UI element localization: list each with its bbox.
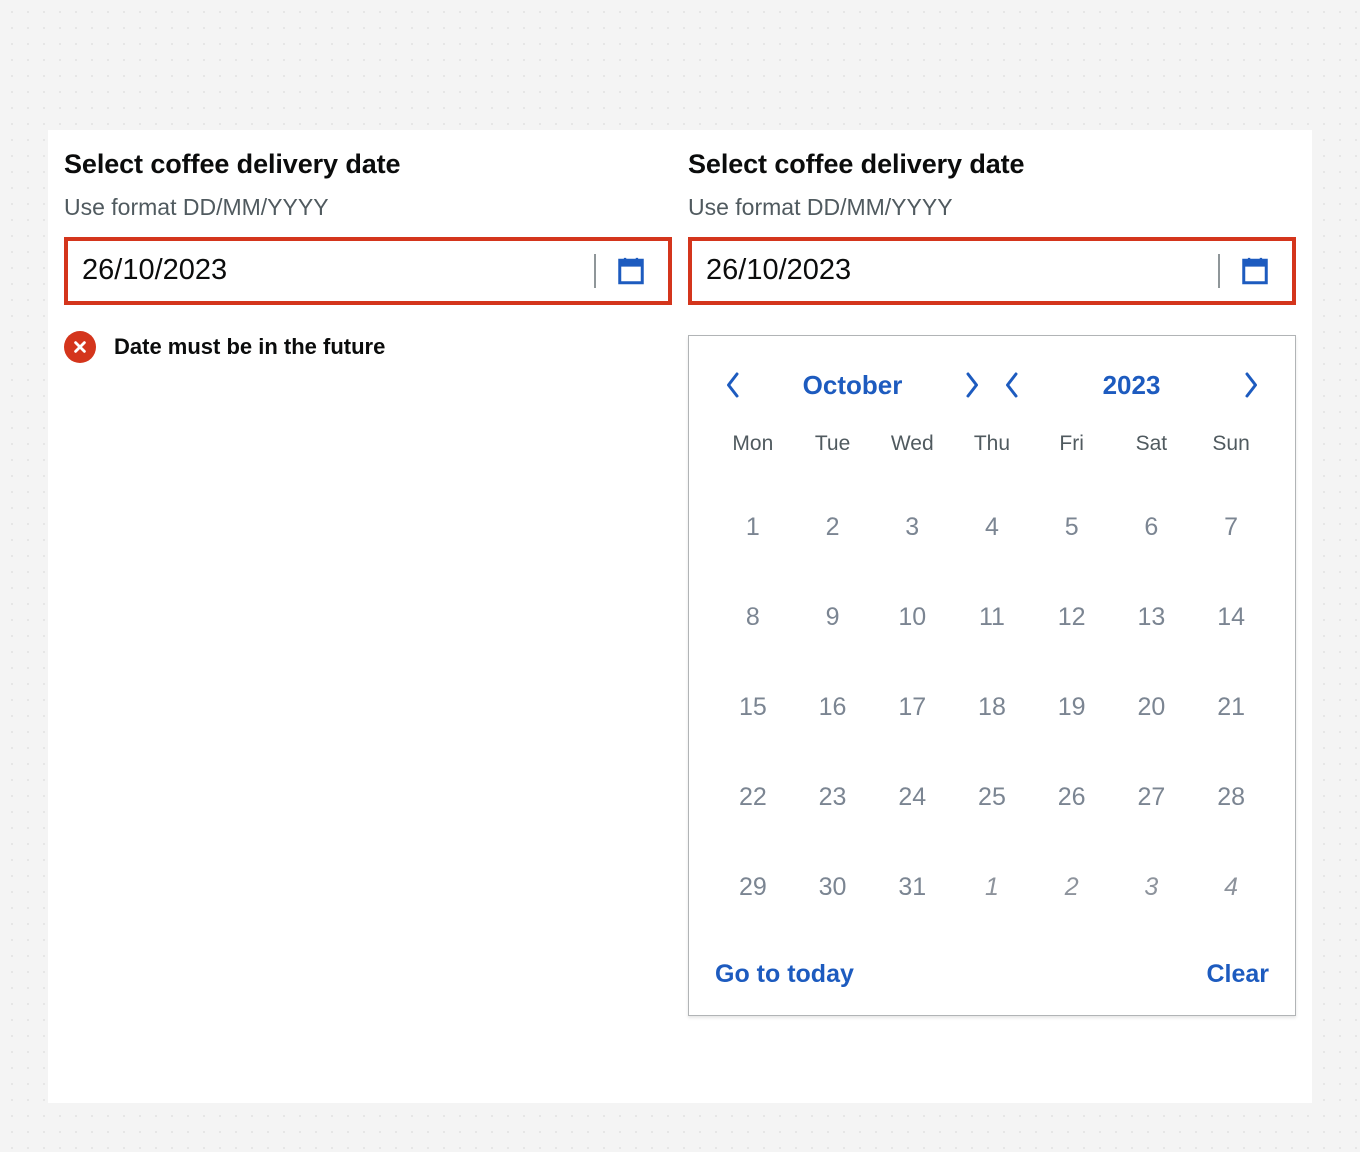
year-navigation: 2023 [992,368,1271,402]
calendar-day-cell[interactable]: 30 [793,842,873,932]
calendar-popup: October 2023 [688,335,1296,1016]
left-date-field-group: Select coffee delivery date Use format D… [48,130,688,1103]
right-field-hint: Use format DD/MM/YYYY [688,194,1296,222]
left-date-input-container[interactable]: 26/10/2023 [64,237,672,305]
calendar-day-cell[interactable]: 20 [1112,662,1192,752]
calendar-day-cell[interactable]: 19 [1032,662,1112,752]
left-date-input[interactable]: 26/10/2023 [82,256,594,287]
calendar-day-cell[interactable]: 16 [793,662,873,752]
calendar-navigation: October 2023 [713,358,1271,412]
calendar-weekday-header: Mon Tue Wed Thu Fri Sat Sun [713,424,1271,482]
weekday-label: Mon [713,424,793,482]
calendar-day-cell[interactable]: 24 [872,752,952,842]
chevron-left-icon[interactable] [992,368,1032,402]
chevron-right-icon[interactable] [952,368,992,402]
calendar-day-cell[interactable]: 28 [1191,752,1271,842]
calendar-day-cell[interactable]: 2 [1032,842,1112,932]
calendar-day-cell[interactable]: 17 [872,662,952,752]
calendar-day-cell[interactable]: 11 [952,572,1032,662]
go-to-today-button[interactable]: Go to today [715,960,854,989]
left-field-heading: Select coffee delivery date [64,150,672,180]
calendar-day-cell[interactable]: 6 [1112,482,1192,572]
calendar-day-cell[interactable]: 26 [1032,752,1112,842]
right-date-field-group: Select coffee delivery date Use format D… [688,130,1312,1103]
calendar-day-cell[interactable]: 2 [793,482,873,572]
input-divider [1218,254,1220,288]
calendar-footer: Go to today Clear [713,960,1271,993]
right-field-heading: Select coffee delivery date [688,150,1296,180]
calendar-grid: Mon Tue Wed Thu Fri Sat Sun 1 2 [713,424,1271,932]
date-picker-card: Select coffee delivery date Use format D… [48,130,1312,1103]
calendar-day-cell[interactable]: 18 [952,662,1032,752]
calendar-day-cell[interactable]: 1 [713,482,793,572]
calendar-day-cell[interactable]: 9 [793,572,873,662]
input-divider [594,254,596,288]
calendar-day-cell[interactable]: 7 [1191,482,1271,572]
chevron-right-icon[interactable] [1231,368,1271,402]
calendar-week-row: 1 2 3 4 5 6 7 [713,482,1271,572]
weekday-label: Sat [1112,424,1192,482]
calendar-week-row: 22 23 24 25 26 27 28 [713,752,1271,842]
left-field-hint: Use format DD/MM/YYYY [64,194,672,222]
right-date-input-container[interactable]: 26/10/2023 [688,237,1296,305]
calendar-week-row: 15 16 17 18 19 20 21 [713,662,1271,752]
error-cross-icon [64,331,96,363]
weekday-label: Sun [1191,424,1271,482]
calendar-weeks: 1 2 3 4 5 6 7 8 9 10 11 [713,482,1271,932]
calendar-day-cell[interactable]: 4 [1191,842,1271,932]
calendar-day-cell[interactable]: 25 [952,752,1032,842]
calendar-day-cell[interactable]: 23 [793,752,873,842]
calendar-icon[interactable] [614,254,648,288]
calendar-day-cell[interactable]: 1 [952,842,1032,932]
clear-button[interactable]: Clear [1206,960,1269,989]
calendar-week-row: 8 9 10 11 12 13 14 [713,572,1271,662]
calendar-day-cell[interactable]: 13 [1112,572,1192,662]
weekday-label: Tue [793,424,873,482]
calendar-day-cell[interactable]: 31 [872,842,952,932]
calendar-day-cell[interactable]: 27 [1112,752,1192,842]
calendar-day-cell[interactable]: 15 [713,662,793,752]
left-error-message: Date must be in the future [114,336,385,358]
calendar-year-label[interactable]: 2023 [1103,372,1161,398]
weekday-label: Fri [1032,424,1112,482]
calendar-icon[interactable] [1238,254,1272,288]
calendar-week-row: 29 30 31 1 2 3 4 [713,842,1271,932]
calendar-day-cell[interactable]: 5 [1032,482,1112,572]
calendar-day-cell[interactable]: 12 [1032,572,1112,662]
left-error-row: Date must be in the future [64,331,672,363]
calendar-day-cell[interactable]: 29 [713,842,793,932]
calendar-day-cell[interactable]: 10 [872,572,952,662]
calendar-day-cell[interactable]: 22 [713,752,793,842]
chevron-left-icon[interactable] [713,368,753,402]
calendar-day-cell[interactable]: 8 [713,572,793,662]
weekday-label: Wed [872,424,952,482]
right-date-input[interactable]: 26/10/2023 [706,256,1218,287]
month-navigation: October [713,368,992,402]
calendar-day-cell[interactable]: 3 [872,482,952,572]
two-column-layout: Select coffee delivery date Use format D… [48,130,1312,1103]
calendar-day-cell[interactable]: 4 [952,482,1032,572]
calendar-day-cell[interactable]: 14 [1191,572,1271,662]
weekday-label: Thu [952,424,1032,482]
calendar-day-cell[interactable]: 3 [1112,842,1192,932]
calendar-day-cell[interactable]: 21 [1191,662,1271,752]
calendar-month-label[interactable]: October [803,372,903,398]
